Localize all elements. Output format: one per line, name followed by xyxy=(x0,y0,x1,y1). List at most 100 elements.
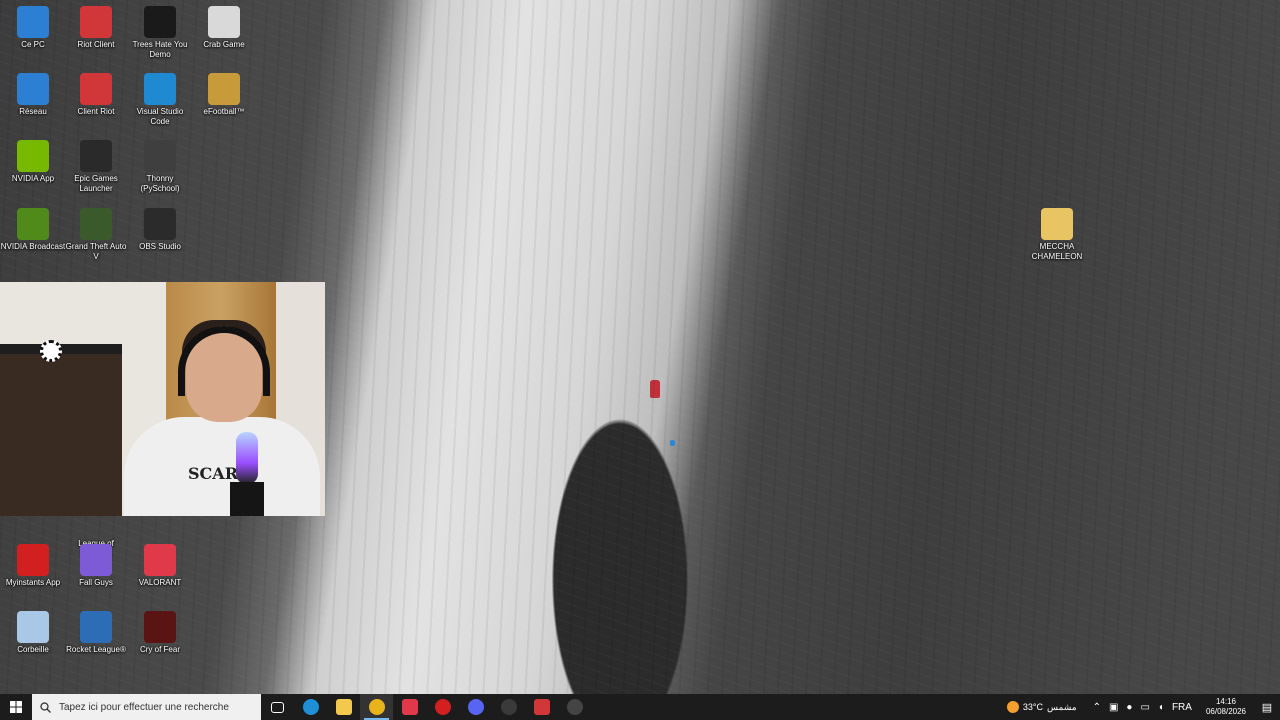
taskbar-app-discord[interactable] xyxy=(459,694,492,720)
desktop-icon-label: OBS Studio xyxy=(139,242,181,251)
folder-icon xyxy=(1041,208,1073,240)
system-tray: 33°C مشمس ⌃ ▣ ● ▭ ◖ FRA 14:16 06/08/2026… xyxy=(997,694,1280,720)
desktop-icon-label: Rocket League® xyxy=(66,645,126,654)
vscode-icon xyxy=(144,73,176,105)
desktop-icon-vscode[interactable]: Visual Studio Code xyxy=(127,73,193,127)
computer-icon xyxy=(17,6,49,38)
desktop-icon-label: VALORANT xyxy=(138,578,182,587)
fall-guys-icon xyxy=(80,544,112,576)
thonny-icon xyxy=(144,140,176,172)
desktop-icon-fall-guys[interactable]: Fall Guys xyxy=(63,544,129,588)
desktop-icon-gta[interactable]: Grand Theft Auto V xyxy=(63,208,129,262)
taskbar-search[interactable]: Tapez ici pour effectuer une recherche xyxy=(32,694,261,720)
clock-date: 06/08/2026 xyxy=(1205,707,1246,716)
taskbar-app-task-view[interactable] xyxy=(261,694,294,720)
taskbar-app-chrome[interactable] xyxy=(360,694,393,720)
chevron-up-icon[interactable]: ⌃ xyxy=(1093,702,1101,713)
desktop-icon-riot-client[interactable]: Riot Client xyxy=(63,6,129,50)
nvidia-icon xyxy=(17,140,49,172)
clock[interactable]: 14:16 06/08/2026 xyxy=(1198,697,1254,717)
discord-icon xyxy=(467,699,484,715)
taskbar-app-media-player[interactable] xyxy=(558,694,591,720)
webcam-football xyxy=(40,340,62,362)
taskbar-app-riot[interactable] xyxy=(525,694,558,720)
desktop-icon-label: Cry of Fear xyxy=(139,645,180,654)
desktop-icon-label: Réseau xyxy=(19,107,47,116)
desktop-icon-efootball[interactable]: eFootball™ xyxy=(191,73,257,117)
desktop-icon-myinstants[interactable]: Myinstants App xyxy=(0,544,66,588)
desktop-icon-label: Riot Client xyxy=(77,40,115,49)
desktop-icon-thonny[interactable]: Thonny (PySchool) xyxy=(127,140,193,194)
desktop-icon-trees-hate-you[interactable]: Trees Hate You Demo xyxy=(127,6,193,60)
desktop-icon-crab-game[interactable]: Crab Game xyxy=(191,6,257,50)
microphone-icon[interactable]: ● xyxy=(1126,702,1132,713)
taskbar-app-edge[interactable] xyxy=(294,694,327,720)
device-icon[interactable]: ▣ xyxy=(1109,702,1118,713)
desktop-icon-label: Grand Theft Auto V xyxy=(65,242,127,261)
taskbar-app-file-explorer[interactable] xyxy=(327,694,360,720)
rocket-league-icon xyxy=(80,611,112,643)
myinstants-icon xyxy=(17,544,49,576)
desktop-icon-nvidia-broadcast[interactable]: NVIDIA Broadcast xyxy=(0,208,66,252)
riot-icon xyxy=(80,73,112,105)
taskbar: Tapez ici pour effectuer une recherche 3… xyxy=(0,694,1280,720)
webcam-mic-stand xyxy=(230,482,264,516)
efootball-icon xyxy=(208,73,240,105)
desktop-icon-label: Client Riot xyxy=(77,107,115,116)
obs-icon xyxy=(500,699,517,715)
webcam-shelf xyxy=(0,354,122,516)
desktop-icon-client-riot[interactable]: Client Riot xyxy=(63,73,129,117)
taskbar-app-myinstants[interactable] xyxy=(426,694,459,720)
climber-figure xyxy=(650,380,660,398)
desktop-icon-label: Corbeille xyxy=(17,645,49,654)
desktop-icon-label: Myinstants App xyxy=(5,578,61,587)
search-icon xyxy=(40,701,51,713)
desktop-icon-label: Thonny (PySchool) xyxy=(140,174,180,193)
language-indicator[interactable]: FRA xyxy=(1172,702,1192,713)
weather-temp: 33°C xyxy=(1022,702,1044,712)
recycle-bin-icon xyxy=(17,611,49,643)
tray-icons: ⌃ ▣ ● ▭ ◖ FRA xyxy=(1087,702,1198,713)
desktop-icon-meccha[interactable]: MECCHA CHAMELEON xyxy=(1024,208,1090,262)
task-view-icon xyxy=(271,701,284,713)
desktop-icon-label: Ce PC xyxy=(21,40,45,49)
nvidia-broadcast-icon xyxy=(17,208,49,240)
gta-icon xyxy=(80,208,112,240)
clock-time: 14:16 xyxy=(1215,697,1236,706)
myinstants-icon xyxy=(434,699,451,715)
desktop-icon-nvidia-app[interactable]: NVIDIA App xyxy=(0,140,66,184)
desktop-icon-label: eFootball™ xyxy=(203,107,245,116)
start-button[interactable] xyxy=(0,694,32,720)
desktop-icon-cry-of-fear[interactable]: Cry of Fear xyxy=(127,611,193,655)
play-icon xyxy=(566,699,583,715)
epic-icon xyxy=(80,140,112,172)
desktop-icon-obs[interactable]: OBS Studio xyxy=(127,208,193,252)
desktop-icon-rocket-league[interactable]: Rocket League® xyxy=(63,611,129,655)
desktop-icon-valorant[interactable]: VALORANT xyxy=(127,544,193,588)
desktop-icon-label: Epic Games Launcher xyxy=(74,174,118,193)
climber-figure-2 xyxy=(670,440,675,446)
riot-icon xyxy=(533,699,550,715)
folder-icon xyxy=(335,699,352,715)
weather-condition: مشمس xyxy=(1047,701,1077,712)
tree-icon xyxy=(144,6,176,38)
desktop-icon-reseau[interactable]: Réseau xyxy=(0,73,66,117)
taskbar-app-obs[interactable] xyxy=(492,694,525,720)
crab-game-icon xyxy=(208,6,240,38)
desktop-icon-ce-pc[interactable]: Ce PC xyxy=(0,6,66,50)
notification-icon[interactable]: ▤ xyxy=(1254,701,1280,714)
desktop-icon-label: Crab Game xyxy=(203,40,245,49)
desktop-icon-label: NVIDIA App xyxy=(11,174,55,183)
desktop-icon-epic[interactable]: Epic Games Launcher xyxy=(63,140,129,194)
weather-widget[interactable]: 33°C مشمس xyxy=(997,701,1087,713)
desktop-icon-label: Trees Hate You Demo xyxy=(132,40,188,59)
desktop-icon-corbeille[interactable]: Corbeille xyxy=(0,611,66,655)
volume-icon[interactable]: ◖ xyxy=(1158,702,1164,713)
search-placeholder: Tapez ici pour effectuer une recherche xyxy=(59,701,229,713)
valorant-icon xyxy=(144,544,176,576)
webcam-microphone xyxy=(236,432,258,484)
taskbar-app-valorant[interactable] xyxy=(393,694,426,720)
edge-icon xyxy=(302,699,319,715)
cry-of-fear-icon xyxy=(144,611,176,643)
network-icon[interactable]: ▭ xyxy=(1140,702,1149,713)
